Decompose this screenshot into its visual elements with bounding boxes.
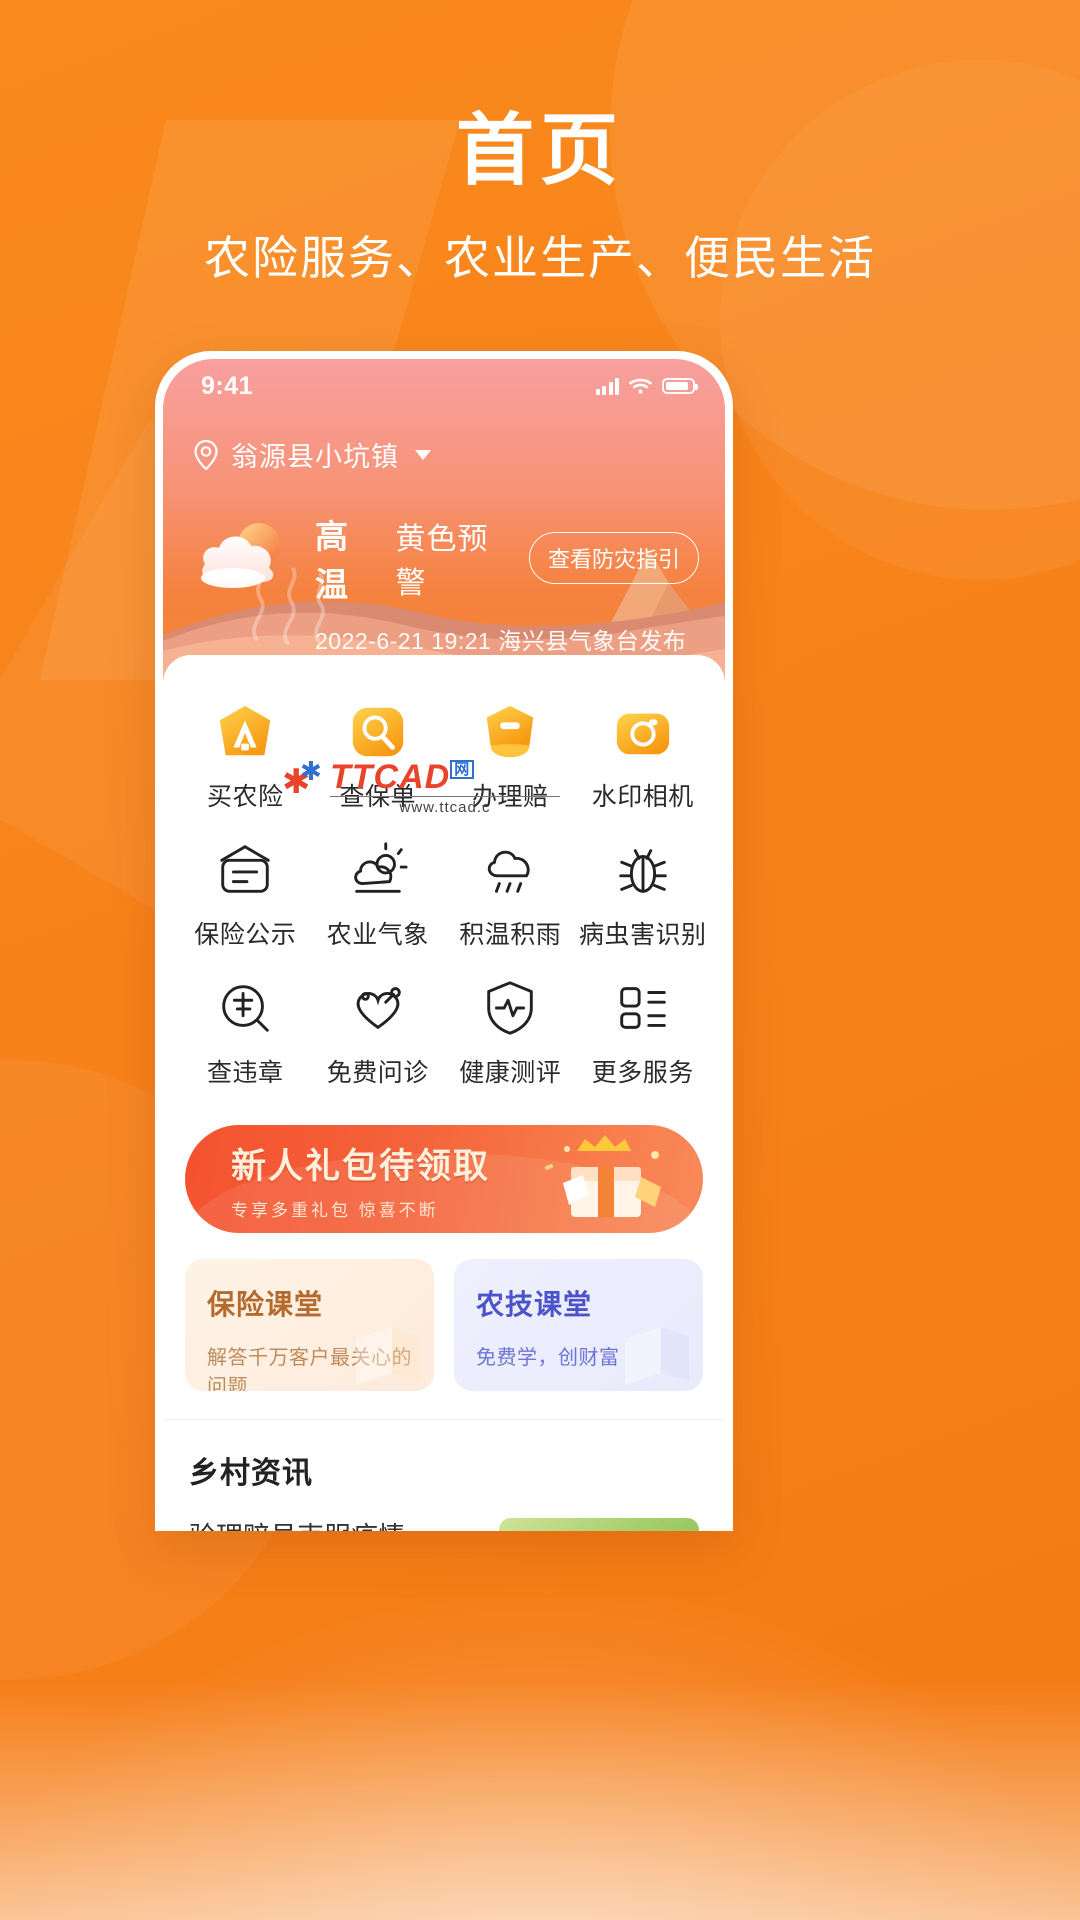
weather-alert-type: 高温	[315, 518, 349, 603]
service-item-rain-temp[interactable]: 积温积雨	[444, 839, 577, 951]
page-title: 首页	[455, 106, 624, 194]
location-name: 翁源县小坑镇	[231, 442, 399, 472]
course-card-insurance[interactable]: 保险课堂 解答千万客户最关心的问题	[185, 1259, 434, 1391]
phone-screen: 9:41 翁源县小坑镇 高温 黄色预警 查看防灾指引 2022-6-21 19:…	[163, 359, 725, 1531]
news-item-thumbnail	[499, 1518, 699, 1531]
weather-alert-meta: 2022-6-21 19:21 海兴县气象台发布	[315, 628, 687, 654]
location-pin-icon	[194, 439, 218, 470]
course-title: 农技课堂	[476, 1289, 593, 1320]
weather-alert-row: 高温 黄色预警 查看防灾指引	[315, 510, 699, 606]
phone-mockup: 9:41 翁源县小坑镇 高温 黄色预警 查看防灾指引 2022-6-21 19:…	[155, 351, 733, 1531]
service-item-agri-weather[interactable]: 农业气象	[312, 839, 445, 951]
location-selector[interactable]: 翁源县小坑镇	[163, 413, 725, 474]
course-decoration-icon	[356, 1327, 420, 1385]
status-bar: 9:41	[163, 359, 725, 413]
news-item-title: 验理赔员克服疫情	[189, 1518, 477, 1531]
disaster-guide-button[interactable]: 查看防灾指引	[528, 532, 699, 584]
service-item-check-policy[interactable]: 查保单	[312, 701, 445, 813]
shield-insurance-icon	[220, 705, 271, 756]
course-title: 保险课堂	[207, 1289, 324, 1320]
search-policy-icon	[352, 707, 403, 757]
status-bar-icons	[595, 377, 698, 395]
service-item-buy-insurance[interactable]: 买农险	[179, 701, 312, 813]
status-bar-time: 9:41	[201, 371, 254, 400]
service-label: 水印相机	[591, 783, 694, 811]
service-item-traffic-violation[interactable]: 查违章	[179, 977, 312, 1089]
service-label: 病虫害识别	[578, 921, 707, 949]
service-item-file-claim[interactable]: 办理赔	[444, 701, 577, 813]
claim-document-icon	[487, 705, 534, 758]
service-label: 办理赔	[471, 783, 549, 811]
service-label: 免费问诊	[326, 1059, 429, 1087]
service-label: 农业气象	[326, 921, 429, 949]
service-label: 更多服务	[591, 1059, 694, 1087]
camera-watermark-icon	[616, 713, 669, 755]
grid-more-icon	[619, 987, 666, 1029]
weather-header: 9:41 翁源县小坑镇 高温 黄色预警 查看防灾指引 2022-6-21 19:…	[163, 359, 725, 689]
service-label: 保险公示	[194, 921, 297, 949]
signal-bars-icon	[595, 377, 619, 395]
course-decoration-icon	[625, 1327, 689, 1385]
chevron-down-icon[interactable]	[415, 449, 431, 460]
gift-box-crown-icon	[544, 1135, 661, 1217]
weather-alert-level: 黄色预警	[395, 523, 489, 600]
weather-sun-cloud-icon	[354, 842, 408, 893]
content-sheet: 买农险 查保单 办理赔 水印相机 保险公示 农业气象 积温积雨 病虫害识别 查违…	[163, 655, 725, 1531]
weather-alert-text: 高温 黄色预警 查看防灾指引 2022-6-21 19:21 海兴县气象台发布	[315, 500, 699, 656]
heart-stethoscope-icon	[356, 987, 401, 1030]
service-item-more-services[interactable]: 更多服务	[577, 977, 710, 1089]
bottom-fade	[0, 1680, 1080, 1920]
sun-behind-cloud-icon	[193, 504, 305, 602]
page-subtitle: 农险服务、农业生产、便民生活	[204, 232, 876, 284]
service-label: 查违章	[206, 1059, 284, 1087]
service-item-insurance-notice[interactable]: 保险公示	[179, 839, 312, 951]
course-cards: 保险课堂 解答千万客户最关心的问题 农技课堂 免费学，创财富	[163, 1233, 725, 1391]
traffic-violation-icon	[222, 985, 269, 1032]
service-label: 查保单	[339, 783, 416, 811]
insect-pest-icon	[619, 849, 667, 893]
shield-heartbeat-icon	[487, 981, 534, 1035]
news-section: 乡村资讯 验理赔员克服疫情	[163, 1419, 725, 1531]
service-item-free-consult[interactable]: 免费问诊	[312, 977, 445, 1089]
battery-icon	[662, 378, 698, 394]
service-label: 买农险	[206, 783, 284, 811]
course-card-agritech[interactable]: 农技课堂 免费学，创财富	[454, 1259, 703, 1391]
service-label: 积温积雨	[459, 921, 562, 949]
service-label: 健康测评	[459, 1059, 562, 1087]
news-item[interactable]: 验理赔员克服疫情	[189, 1518, 699, 1531]
weather-alert[interactable]: 高温 黄色预警 查看防灾指引 2022-6-21 19:21 海兴县气象台发布	[163, 500, 725, 656]
new-user-gift-banner[interactable]: 新人礼包待领取 专享多重礼包 惊喜不断	[185, 1125, 703, 1233]
service-item-watermark-camera[interactable]: 水印相机	[577, 701, 710, 813]
wifi-icon	[629, 378, 652, 394]
service-grid: 买农险 查保单 办理赔 水印相机 保险公示 农业气象 积温积雨 病虫害识别 查违…	[163, 689, 725, 1097]
announcement-board-icon	[220, 845, 270, 893]
service-item-health-assessment[interactable]: 健康测评	[444, 977, 577, 1089]
news-heading: 乡村资讯	[189, 1457, 313, 1490]
service-item-pest-recognition[interactable]: 病虫害识别	[577, 839, 710, 951]
rain-cloud-icon	[488, 850, 530, 893]
